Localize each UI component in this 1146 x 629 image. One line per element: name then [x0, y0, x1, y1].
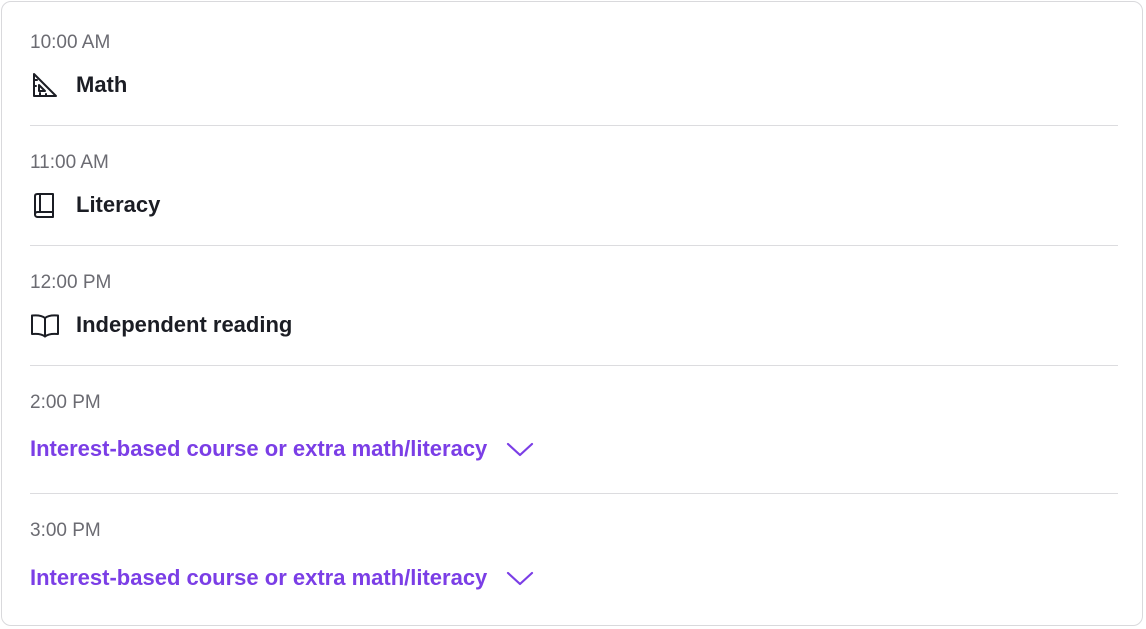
- schedule-item-independent-reading: 12:00 PM Independent reading: [30, 272, 1118, 352]
- dropdown-label: Interest-based course or extra math/lite…: [30, 565, 488, 590]
- schedule-item-literacy: 11:00 AM Literacy: [30, 152, 1118, 232]
- interest-course-dropdown[interactable]: Interest-based course or extra math/lite…: [30, 565, 535, 591]
- book-icon: [30, 190, 60, 220]
- subject-label: Literacy: [76, 192, 161, 217]
- subject-label: Independent reading: [76, 312, 293, 337]
- schedule-time: 11:00 AM: [30, 152, 109, 173]
- schedule-item-2pm: 2:00 PM Interest-based course or extra m…: [30, 392, 1118, 482]
- triangle-ruler-icon: [30, 70, 60, 100]
- schedule-time: 2:00 PM: [30, 392, 101, 413]
- schedule-time: 3:00 PM: [30, 520, 101, 541]
- subject-label: Math: [76, 72, 128, 97]
- chevron-down-icon: [505, 568, 535, 588]
- schedule-item-math: 10:00 AM Math: [30, 32, 1118, 112]
- divider: [30, 365, 1118, 366]
- dropdown-label: Interest-based course or extra math/lite…: [30, 436, 488, 461]
- schedule-time: 10:00 AM: [30, 32, 111, 53]
- subject-literacy: Literacy: [30, 190, 160, 220]
- open-book-icon: [30, 310, 60, 340]
- divider: [30, 125, 1118, 126]
- divider: [30, 245, 1118, 246]
- subject-math: Math: [30, 70, 127, 100]
- subject-independent-reading: Independent reading: [30, 310, 292, 340]
- schedule-item-3pm: 3:00 PM Interest-based course or extra m…: [30, 520, 1118, 610]
- schedule-card: 10:00 AM Math 11:00 AM Literacy 12:00 PM…: [1, 1, 1143, 626]
- schedule-time: 12:00 PM: [30, 272, 112, 293]
- interest-course-dropdown[interactable]: Interest-based course or extra math/lite…: [30, 436, 535, 462]
- divider: [30, 493, 1118, 494]
- chevron-down-icon: [505, 439, 535, 459]
